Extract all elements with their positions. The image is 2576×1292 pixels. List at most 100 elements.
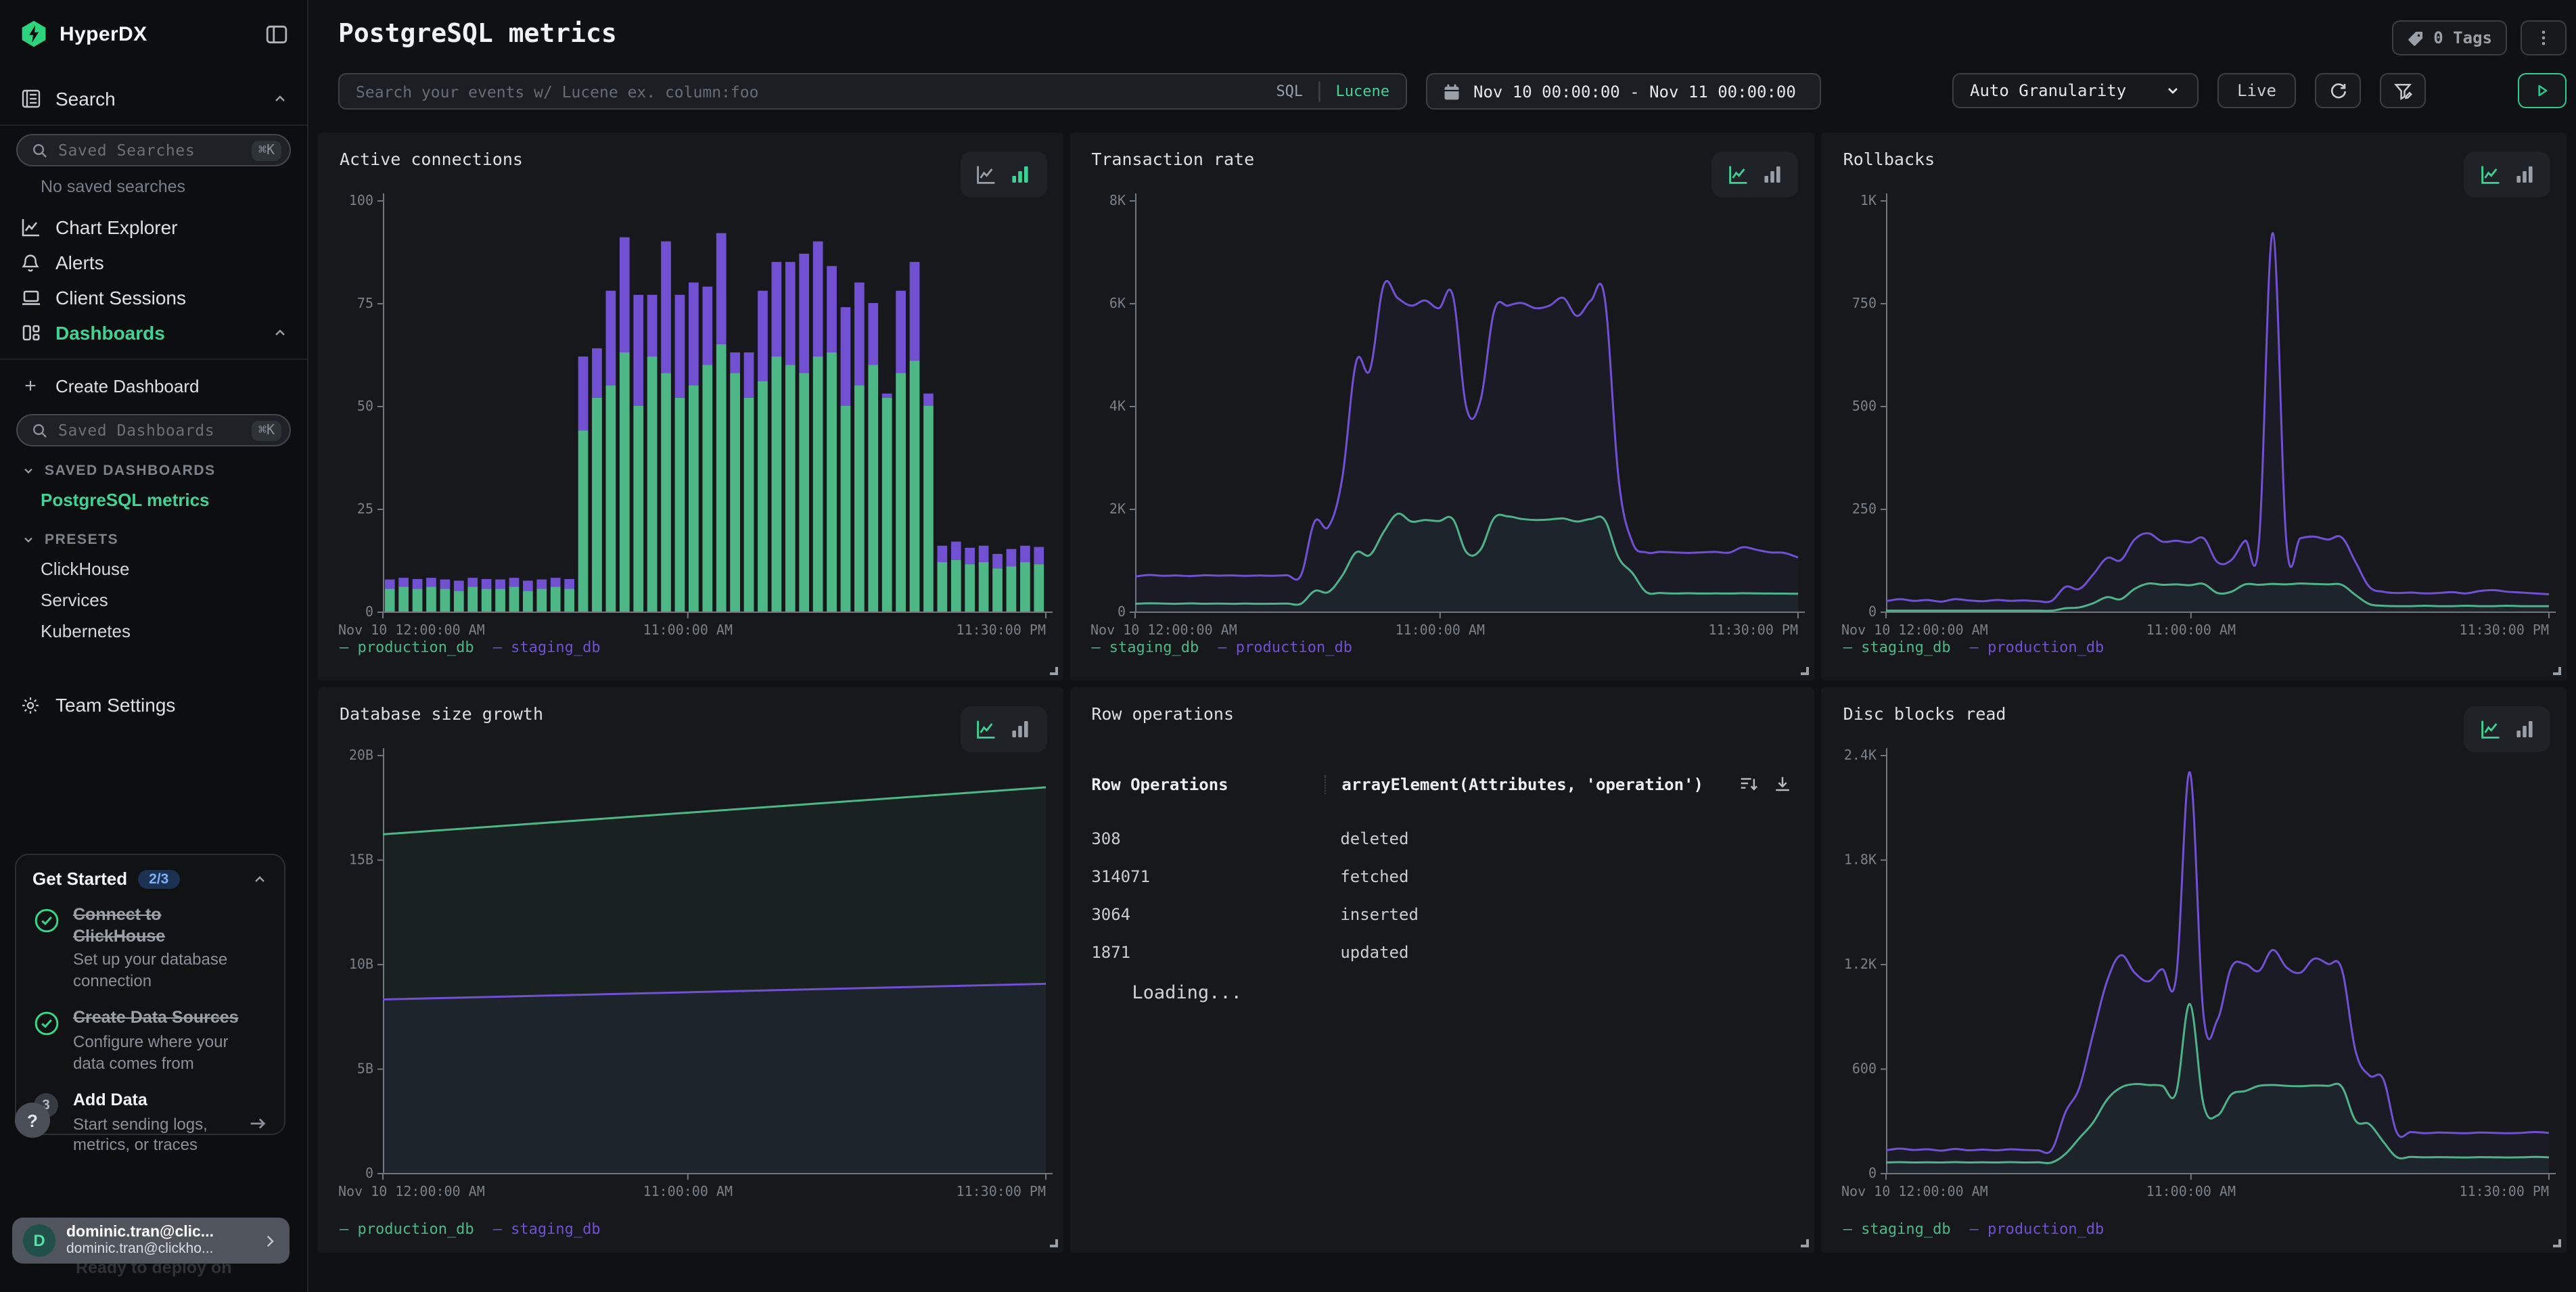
legend-item-staging_db[interactable]: — staging_db — [493, 1220, 601, 1238]
sidebar-item-clickhouse[interactable]: ClickHouse — [0, 553, 307, 584]
chart-type-toggle — [960, 152, 1046, 198]
no-saved-searches-text: No saved searches — [41, 177, 307, 196]
calendar-icon — [1442, 82, 1461, 101]
panel-resize-handle[interactable] — [2553, 667, 2561, 675]
panel-title: Rollbacks — [1843, 149, 1935, 169]
svg-text:11:30:00 PM: 11:30:00 PM — [2460, 622, 2549, 638]
legend-item-production_db[interactable]: — production_db — [340, 1220, 474, 1238]
step-title: Create Data Sources — [73, 1009, 256, 1030]
download-icon[interactable] — [1773, 774, 1793, 794]
chart-legend: — production_db — staging_db — [340, 639, 601, 656]
svg-text:100: 100 — [349, 192, 373, 208]
svg-text:Nov 10 12:00:00 AM: Nov 10 12:00:00 AM — [1842, 622, 1989, 638]
user-profile[interactable]: D dominic.tran@clic... dominic.tran@clic… — [12, 1218, 290, 1264]
panel-resize-handle[interactable] — [1801, 1239, 1810, 1247]
lucene-toggle[interactable]: Lucene — [1336, 83, 1390, 100]
chevron-up-icon[interactable] — [272, 325, 288, 341]
legend-item-staging_db[interactable]: — staging_db — [1091, 639, 1199, 656]
chart-type-toggle — [960, 706, 1046, 752]
panel-resize-handle[interactable] — [1049, 667, 1057, 675]
get-started-step-add-data[interactable]: 3 Add Data Start sending logs, metrics, … — [32, 1091, 268, 1157]
sidebar-item-client-sessions[interactable]: Client Sessions — [0, 280, 307, 315]
get-started-step-sources[interactable]: Create Data Sources Configure where your… — [32, 1009, 268, 1075]
svg-text:11:00:00 AM: 11:00:00 AM — [643, 622, 733, 638]
create-dashboard-button[interactable]: + Create Dashboard — [0, 368, 307, 403]
rollbacks-chart[interactable]: 1K7505002500Nov 10 12:00:00 AM11:00:00 A… — [1841, 187, 2558, 644]
presets-section[interactable]: PRESETS — [22, 532, 307, 548]
legend-item-staging_db[interactable]: — staging_db — [1843, 639, 1951, 656]
sort-icon[interactable] — [1739, 774, 1760, 794]
table-row: 308deleted — [1091, 820, 1793, 858]
svg-text:0: 0 — [1117, 603, 1125, 620]
panel-resize-handle[interactable] — [2553, 1239, 2561, 1247]
svg-text:0: 0 — [365, 1165, 373, 1181]
sidebar-item-kubernetes[interactable]: Kubernetes — [0, 616, 307, 647]
sidebar-item-services[interactable]: Services — [0, 584, 307, 616]
panel-resize-handle[interactable] — [1801, 667, 1810, 675]
bar-chart-icon[interactable] — [1009, 164, 1031, 185]
arrow-right-icon — [248, 1091, 268, 1157]
active-connections-chart[interactable]: 1007550250Nov 10 12:00:00 AM11:00:00 AM1… — [337, 187, 1054, 644]
line-chart-icon[interactable] — [2479, 718, 2501, 740]
legend-item-production_db[interactable]: — production_db — [1970, 639, 2104, 656]
bar-chart-icon[interactable] — [2513, 164, 2535, 185]
sidebar-item-team-settings[interactable]: Team Settings — [0, 687, 307, 722]
saved-dashboards-input[interactable]: Saved Dashboards ⌘K — [16, 414, 291, 446]
table-column-header[interactable]: arrayElement(Attributes, 'operation') — [1324, 775, 1739, 793]
saved-dashboards-section[interactable]: SAVED DASHBOARDS — [22, 463, 307, 479]
sql-toggle[interactable]: SQL — [1276, 83, 1303, 100]
line-chart-icon[interactable] — [2479, 164, 2501, 185]
svg-text:1.2K: 1.2K — [1844, 956, 1877, 972]
line-chart-icon[interactable] — [975, 164, 997, 185]
chevron-up-icon[interactable] — [272, 91, 288, 107]
refresh-icon — [2328, 80, 2348, 101]
svg-text:11:30:00 PM: 11:30:00 PM — [957, 1183, 1046, 1199]
database-size-growth-chart[interactable]: 20B15B10B5B0Nov 10 12:00:00 AM11:00:00 A… — [337, 741, 1054, 1205]
sidebar-item-search[interactable]: Search — [0, 81, 307, 116]
get-started-step-connect[interactable]: Connect to ClickHouse Set up your databa… — [32, 905, 268, 992]
svg-text:50: 50 — [357, 398, 373, 414]
shortcut-badge: ⌘K — [252, 140, 281, 160]
bar-chart-icon[interactable] — [1762, 164, 1783, 185]
legend-item-production_db[interactable]: — production_db — [1970, 1220, 2104, 1238]
line-chart-icon[interactable] — [975, 718, 997, 740]
loading-text: Loading... — [1132, 982, 1242, 1004]
granularity-select[interactable]: Auto Granularity — [1952, 73, 2199, 108]
more-menu-button[interactable] — [2521, 20, 2567, 55]
sidebar-item-alerts[interactable]: Alerts — [0, 245, 307, 280]
panel-row-operations: Row operations Row Operations arrayEleme… — [1070, 687, 1814, 1253]
filter-button[interactable] — [2380, 73, 2426, 108]
line-chart-icon[interactable] — [1728, 164, 1749, 185]
svg-text:Nov 10 12:00:00 AM: Nov 10 12:00:00 AM — [1842, 1183, 1989, 1199]
hyperdx-app: HyperDX Search Saved Searches ⌘K No save… — [0, 0, 2576, 1292]
tags-button[interactable]: 0 Tags — [2391, 20, 2507, 55]
profile-email: dominic.tran@clickho... — [66, 1241, 250, 1257]
saved-searches-input[interactable]: Saved Searches ⌘K — [16, 134, 291, 166]
legend-item-staging_db[interactable]: — staging_db — [1843, 1220, 1951, 1238]
run-query-button[interactable] — [2518, 73, 2567, 108]
live-button[interactable]: Live — [2217, 73, 2296, 108]
sidebar-collapse-icon[interactable] — [265, 22, 288, 45]
chevron-up-icon[interactable] — [252, 871, 268, 887]
sidebar-item-dashboards[interactable]: Dashboards — [0, 315, 307, 350]
page-title: PostgreSQL metrics — [338, 19, 617, 55]
event-search-input[interactable]: Search your events w/ Lucene ex. column:… — [338, 73, 1407, 110]
date-range-picker[interactable]: Nov 10 00:00:00 - Nov 11 00:00:00 — [1426, 73, 1821, 110]
legend-item-production_db[interactable]: — production_db — [340, 639, 474, 656]
legend-item-production_db[interactable]: — production_db — [1218, 639, 1352, 656]
team-settings-label: Team Settings — [55, 694, 288, 716]
disc-blocks-read-chart[interactable]: 2.4K1.8K1.2K6000Nov 10 12:00:00 AM11:00:… — [1841, 741, 2558, 1205]
svg-text:Nov 10 12:00:00 AM: Nov 10 12:00:00 AM — [1090, 622, 1237, 638]
sidebar: HyperDX Search Saved Searches ⌘K No save… — [0, 0, 308, 1292]
refresh-button[interactable] — [2315, 73, 2361, 108]
transaction-rate-chart[interactable]: 8K6K4K2K0Nov 10 12:00:00 AM11:00:00 AM11… — [1088, 187, 1806, 644]
legend-item-staging_db[interactable]: — staging_db — [493, 639, 601, 656]
sidebar-item-postgresql-metrics[interactable]: PostgreSQL metrics — [0, 484, 307, 515]
bar-chart-icon[interactable] — [2513, 718, 2535, 740]
help-button[interactable]: ? — [15, 1103, 50, 1138]
panel-resize-handle[interactable] — [1049, 1239, 1057, 1247]
bar-chart-icon[interactable] — [1009, 718, 1031, 740]
svg-text:Nov 10 12:00:00 AM: Nov 10 12:00:00 AM — [338, 1183, 485, 1199]
table-column-header[interactable]: Row Operations — [1091, 775, 1324, 793]
sidebar-item-chart-explorer[interactable]: Chart Explorer — [0, 210, 307, 245]
